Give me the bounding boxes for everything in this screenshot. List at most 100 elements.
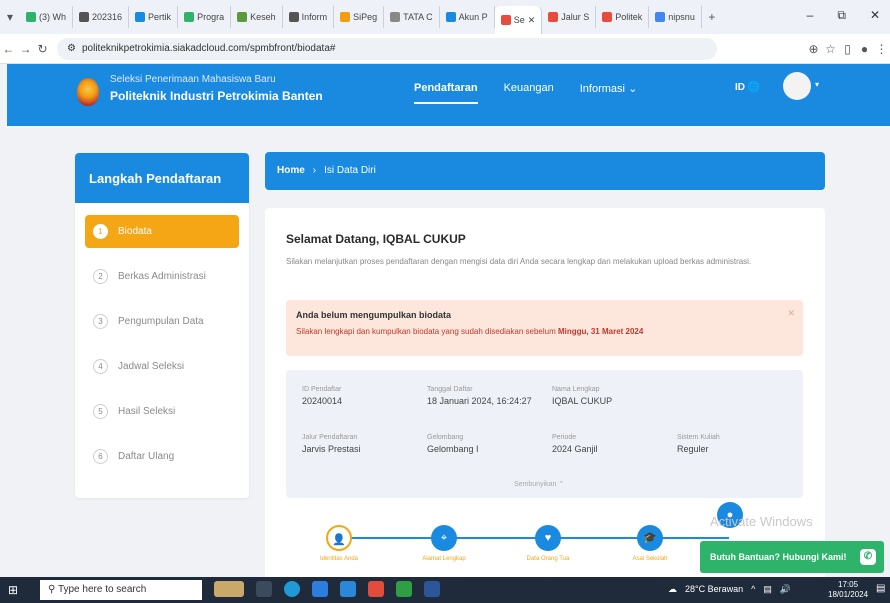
tab-label: TATA C bbox=[403, 12, 433, 22]
info-period-label: Periode bbox=[552, 434, 577, 441]
store-icon[interactable] bbox=[340, 581, 356, 597]
browser-tab[interactable]: Jalur S bbox=[542, 6, 597, 28]
avatar[interactable] bbox=[783, 72, 811, 100]
nav-pendaftaran[interactable]: Pendaftaran bbox=[414, 82, 478, 104]
taskbar-search[interactable]: ⚲ Type here to search bbox=[40, 580, 202, 600]
sidebar-title: Langkah Pendaftaran bbox=[75, 153, 249, 203]
sidebar-item-daftar-ulang[interactable]: 6 Daftar Ulang bbox=[85, 440, 239, 473]
notification-icon[interactable]: ▤ bbox=[876, 583, 885, 594]
step-number: 4 bbox=[93, 359, 108, 374]
tab-label: Politek bbox=[615, 12, 643, 22]
browser-tab[interactable]: SiPeg bbox=[334, 6, 385, 28]
close-window-icon[interactable]: ✕ bbox=[870, 8, 880, 23]
desktop-thumbnail-icon[interactable] bbox=[214, 581, 244, 597]
browser-tab[interactable]: Keseh bbox=[231, 6, 283, 28]
browser-tab[interactable]: Politek bbox=[596, 6, 650, 28]
chevron-up-icon: ⌃ bbox=[558, 481, 565, 488]
nav-informasi[interactable]: Informasi ⌄ bbox=[580, 82, 638, 104]
profile-icon[interactable]: ● bbox=[856, 42, 873, 56]
alert-deadline: Minggu, 31 Maret 2024 bbox=[557, 327, 644, 336]
sidebar-item-biodata[interactable]: 1 Biodata bbox=[85, 215, 239, 248]
weather-text[interactable]: 28°C Berawan bbox=[685, 584, 743, 595]
info-period-value: 2024 Ganjil bbox=[552, 444, 598, 454]
browser-tab[interactable]: nipsnu bbox=[649, 6, 702, 28]
back-icon[interactable]: ← bbox=[0, 42, 17, 56]
biodata-alert: Anda belum mengumpulkan biodata Silakan … bbox=[286, 300, 803, 356]
word-icon[interactable] bbox=[424, 581, 440, 597]
reload-icon[interactable]: ↻ bbox=[34, 42, 51, 56]
toggle-details-link[interactable]: Sembunyikan ⌃ bbox=[514, 480, 564, 488]
browser-tab[interactable]: Akun P bbox=[440, 6, 495, 28]
browser-tab[interactable]: Inform bbox=[283, 6, 335, 28]
browser-tab[interactable]: Pertik bbox=[129, 6, 179, 28]
sidebar-item-label: Berkas Administrasi bbox=[118, 271, 206, 282]
step-label-orang-tua: Data Orang Tua bbox=[526, 556, 570, 562]
toggle-details-label: Sembunyikan bbox=[514, 481, 557, 488]
sidebar-item-pengumpulan[interactable]: 3 Pengumpulan Data bbox=[85, 305, 239, 338]
tray-chevron-icon[interactable]: ^ bbox=[751, 584, 755, 595]
tab-label: (3) Wh bbox=[39, 12, 66, 22]
restore-icon[interactable]: ⧉ bbox=[837, 8, 846, 23]
sidebar-item-hasil[interactable]: 5 Hasil Seleksi bbox=[85, 395, 239, 428]
network-icon[interactable]: ▤ bbox=[763, 584, 772, 595]
minimize-icon[interactable]: – bbox=[807, 8, 814, 23]
whatsapp-icon: ✆ bbox=[860, 549, 876, 565]
close-tab-icon[interactable]: ✕ bbox=[528, 15, 536, 26]
avatar-caret-icon[interactable]: ▾ bbox=[815, 80, 819, 89]
help-contact-button[interactable]: Butuh Bantuan? Hubungi Kami! ✆ bbox=[700, 541, 884, 573]
windows-start-icon[interactable]: ⊞ bbox=[8, 583, 22, 597]
system-tray: ☁ 28°C Berawan ^ ▤ 🔊 bbox=[668, 584, 791, 595]
language-switch[interactable]: ID 🌐 bbox=[735, 82, 760, 93]
url-field[interactable]: ⚙ politeknikpetrokimia.siakadcloud.com/s… bbox=[57, 37, 717, 60]
browser-tab[interactable]: (3) Wh bbox=[20, 6, 73, 28]
alert-message: Silakan lengkapi dan kumpulkan biodata y… bbox=[296, 327, 556, 336]
taskbar-clock[interactable]: 17:05 18/01/2024 bbox=[828, 580, 868, 600]
bookmark-star-icon[interactable]: ☆ bbox=[822, 42, 839, 56]
sidebar-item-jadwal[interactable]: 4 Jadwal Seleksi bbox=[85, 350, 239, 383]
browser-menu-icon[interactable]: ⋮ bbox=[873, 42, 890, 56]
header-subtitle: Seleksi Penerimaan Mahasiswa Baru bbox=[110, 74, 276, 85]
applicant-info-panel: ID Pendaftar 20240014 Tanggal Daftar 18 … bbox=[286, 370, 803, 498]
steps-sidebar: Langkah Pendaftaran 1 Biodata 2 Berkas A… bbox=[75, 153, 249, 498]
sidebar-item-berkas[interactable]: 2 Berkas Administrasi bbox=[85, 260, 239, 293]
breadcrumb-home[interactable]: Home bbox=[277, 165, 305, 177]
nav-keuangan[interactable]: Keuangan bbox=[504, 82, 554, 104]
file-explorer-icon[interactable] bbox=[312, 581, 328, 597]
site-header: Seleksi Penerimaan Mahasiswa Baru Polite… bbox=[7, 64, 890, 126]
close-icon[interactable]: ✕ bbox=[787, 308, 795, 319]
sidebar-icon[interactable]: ▯ bbox=[839, 42, 856, 56]
browser-tab[interactable]: Se ✕ bbox=[494, 6, 543, 34]
location-pin-icon[interactable]: ⌖ bbox=[431, 525, 457, 551]
browser-tab[interactable]: Progra bbox=[178, 6, 232, 28]
alert-text: Silakan lengkapi dan kumpulkan biodata y… bbox=[296, 327, 793, 336]
url-text: politeknikpetrokimia.siakadcloud.com/spm… bbox=[81, 43, 336, 54]
chrome-icon[interactable] bbox=[368, 581, 384, 597]
info-system-value: Reguler bbox=[677, 444, 709, 454]
info-period: Periode 2024 Ganjil bbox=[552, 434, 598, 454]
tab-label: Jalur S bbox=[561, 12, 590, 22]
volume-icon[interactable]: 🔊 bbox=[780, 584, 791, 595]
edge-icon[interactable] bbox=[284, 581, 300, 597]
info-name-label: Nama Lengkap bbox=[552, 386, 600, 393]
tab-favicon-icon bbox=[548, 12, 559, 22]
breadcrumb: Home › Isi Data Diri bbox=[265, 152, 825, 190]
browser-tab[interactable]: 202316 bbox=[73, 6, 130, 28]
graduation-cap-icon[interactable]: 🎓 bbox=[637, 525, 663, 551]
header-title: Politeknik Industri Petrokimia Banten bbox=[110, 89, 323, 103]
app-icon[interactable] bbox=[396, 581, 412, 597]
new-tab-button[interactable]: + bbox=[702, 10, 722, 24]
tab-menu-icon[interactable]: ▾ bbox=[0, 10, 20, 24]
info-system-label: Sistem Kuliah bbox=[677, 434, 720, 441]
browser-tab[interactable]: TATA C bbox=[384, 6, 440, 28]
info-path-label: Jalur Pendaftaran bbox=[302, 434, 358, 441]
forward-icon[interactable]: → bbox=[17, 42, 34, 56]
info-system: Sistem Kuliah Reguler bbox=[677, 434, 720, 454]
parents-icon[interactable]: ♥ bbox=[535, 525, 561, 551]
sidebar-item-label: Daftar Ulang bbox=[118, 451, 175, 462]
tab-label: Progra bbox=[197, 12, 225, 22]
site-info-icon[interactable]: ⚙ bbox=[67, 43, 76, 54]
task-view-icon[interactable] bbox=[256, 581, 272, 597]
sidebar-item-label: Pengumpulan Data bbox=[118, 316, 204, 327]
translate-icon[interactable]: ⊕ bbox=[805, 42, 822, 56]
user-icon[interactable]: 👤 bbox=[326, 525, 352, 551]
